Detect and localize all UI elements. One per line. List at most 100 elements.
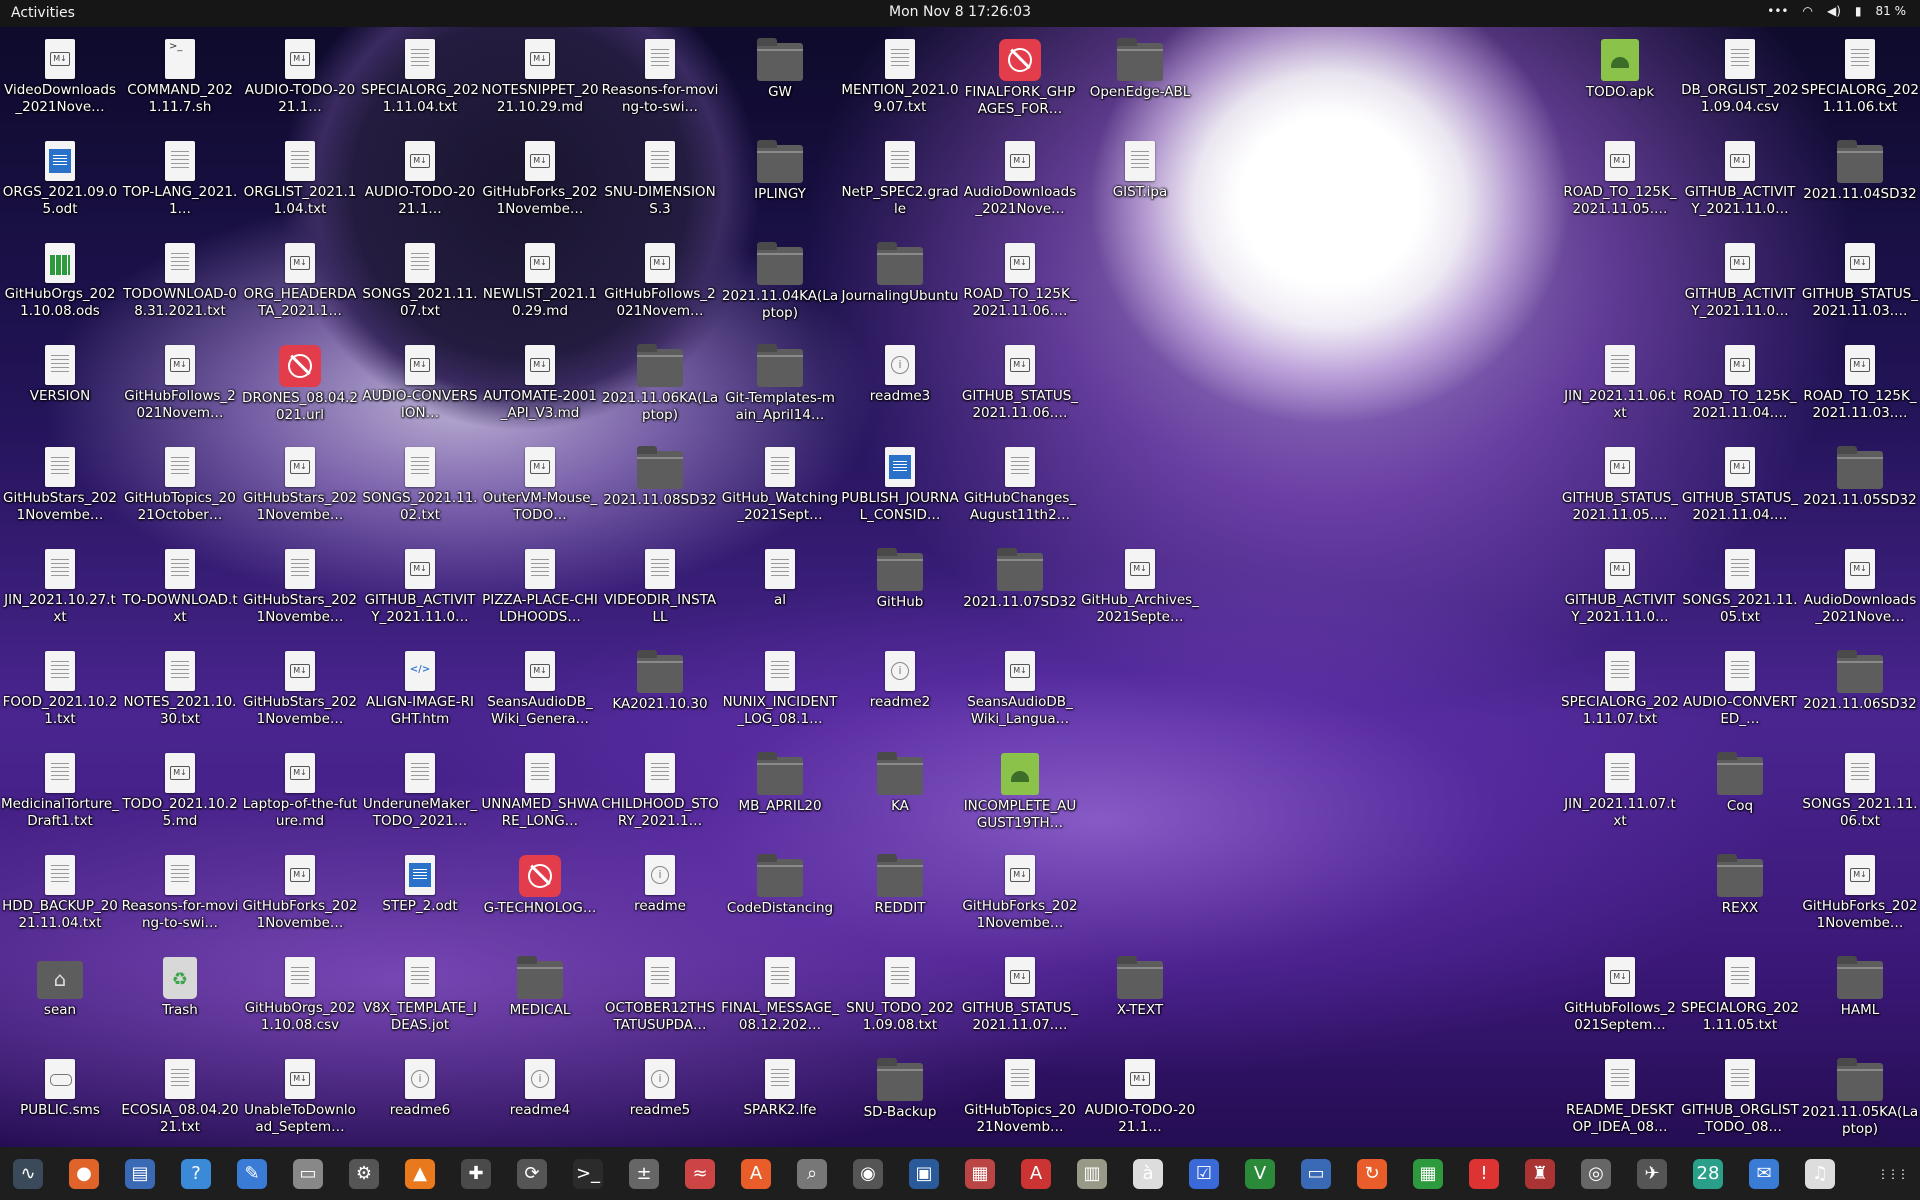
desktop-file[interactable]: JIN_2021.11.06.txt (1561, 337, 1679, 437)
desktop-file[interactable]: SeansAudioDB_Wiki_Langua… (961, 643, 1079, 743)
desktop-file[interactable]: CodeDistancing (721, 847, 839, 947)
desktop-file[interactable]: ORGS_2021.09.05.odt (1, 133, 119, 233)
desktop-file[interactable]: 2021.11.05SD32 (1801, 439, 1919, 539)
desktop-file[interactable]: SD-Backup (841, 1051, 959, 1151)
desktop-file[interactable]: SNU-DIMENSIONS.3 (601, 133, 719, 233)
dock-item[interactable]: ▦ (952, 1147, 1008, 1200)
desktop-file[interactable]: PIZZA-PLACE-CHILDHOODS… (481, 541, 599, 641)
desktop-file[interactable]: X-TEXT (1081, 949, 1199, 1049)
desktop-file[interactable]: FINALFORK_GHPAGES_FOR… (961, 31, 1079, 131)
desktop-file[interactable]: README_DESKTOP_IDEA_08… (1561, 1051, 1679, 1151)
dock-item[interactable]: ± (616, 1147, 672, 1200)
desktop-file[interactable]: GitHubOrgs_2021.10.08.ods (1, 235, 119, 335)
desktop-file[interactable]: ROAD_TO_125K_2021.11.05.… (1561, 133, 1679, 233)
desktop-file[interactable]: Trash (121, 949, 239, 1049)
desktop-file[interactable]: KA2021.10.30 (601, 643, 719, 743)
desktop-file[interactable]: readme2 (841, 643, 959, 743)
desktop-file[interactable]: CHILDHOOD_STORY_2021.1… (601, 745, 719, 845)
dock-item[interactable]: ▦ (1400, 1147, 1456, 1200)
dock-item[interactable]: A (1008, 1147, 1064, 1200)
desktop-file[interactable]: SPECIALORG_2021.11.07.txt (1561, 643, 1679, 743)
desktop-file[interactable]: GITHUB_ACTIVITY_2021.11.0… (361, 541, 479, 641)
desktop-file[interactable]: readme5 (601, 1051, 719, 1151)
desktop-file[interactable]: GITHUB_ACTIVITY_2021.11.0… (1681, 235, 1799, 335)
desktop-file[interactable]: AUDIO-TODO-2021.1… (361, 133, 479, 233)
dock-item[interactable]: ✎ (224, 1147, 280, 1200)
dock-item[interactable]: ⚙ (336, 1147, 392, 1200)
desktop-file[interactable]: GitHub_Archives_2021Septe… (1081, 541, 1199, 641)
desktop-file[interactable]: readme4 (481, 1051, 599, 1151)
desktop-file[interactable]: SONGS_2021.11.06.txt (1801, 745, 1919, 845)
desktop-file[interactable]: GIST.ipa (1081, 133, 1199, 233)
desktop-file[interactable]: NEWLIST_2021.10.29.md (481, 235, 599, 335)
desktop-file[interactable]: GitHubForks_2021Novembe… (961, 847, 1079, 947)
dock-item[interactable]: V (1232, 1147, 1288, 1200)
desktop-file[interactable]: AUTOMATE-2001_API_V3.md (481, 337, 599, 437)
dock-item[interactable]: ? (168, 1147, 224, 1200)
desktop-file[interactable]: GitHubStars_2021Novembe… (241, 541, 359, 641)
desktop-file[interactable]: NOTESNIPPET_2021.10.29.md (481, 31, 599, 131)
desktop-file[interactable]: FOOD_2021.10.21.txt (1, 643, 119, 743)
dock-item[interactable]: ∿ (0, 1147, 56, 1200)
desktop-file[interactable]: DB_ORGLIST_2021.09.04.csv (1681, 31, 1799, 131)
desktop-file[interactable]: GITHUB_STATUS_2021.11.05.… (1561, 439, 1679, 539)
desktop-file[interactable]: GitHubStars_2021Novembe… (241, 643, 359, 743)
desktop-file[interactable]: NetP_SPEC2.gradle (841, 133, 959, 233)
desktop-file[interactable]: V8X_TEMPLATE_IDEAS.jot (361, 949, 479, 1049)
desktop-file[interactable]: GITHUB_STATUS_2021.11.04.… (1681, 439, 1799, 539)
desktop-file[interactable]: 2021.11.05KA(Laptop) (1801, 1051, 1919, 1151)
desktop-file[interactable]: JournalingUbuntu (841, 235, 959, 335)
desktop-file[interactable]: 2021.11.07SD32 (961, 541, 1079, 641)
desktop-file[interactable]: GitHubForks_2021Novembe… (241, 847, 359, 947)
dock-item[interactable]: ⌕ (784, 1147, 840, 1200)
desktop-file[interactable]: SeansAudioDB_Wiki_Genera… (481, 643, 599, 743)
desktop-file[interactable]: SPARK2.lfe (721, 1051, 839, 1151)
desktop-file[interactable]: AUDIO-TODO-2021.1… (1081, 1051, 1199, 1151)
dock-item[interactable]: ▲ (392, 1147, 448, 1200)
desktop-file[interactable]: KA (841, 745, 959, 845)
desktop-file[interactable]: TO-DOWNLOAD.txt (121, 541, 239, 641)
desktop-file[interactable]: readme (601, 847, 719, 947)
desktop-file[interactable]: HDD_BACKUP_2021.11.04.txt (1, 847, 119, 947)
desktop-file[interactable]: GitHubForks_2021Novembe… (481, 133, 599, 233)
desktop-file[interactable]: GitHubChanges_August11th2… (961, 439, 1079, 539)
desktop-file[interactable]: OpenEdge-ABL (1081, 31, 1199, 131)
desktop-file[interactable]: SONGS_2021.11.07.txt (361, 235, 479, 335)
system-tray[interactable]: ••• ◠ ◀) ▮ 81 % (1767, 4, 1906, 18)
desktop-file[interactable]: GitHubForks_2021Novembe… (1801, 847, 1919, 947)
dock-item[interactable]: >_ (560, 1147, 616, 1200)
desktop-file[interactable]: UNNAMED_SHWARE_LONG… (481, 745, 599, 845)
desktop-file[interactable]: ECOSIA_08.04.2021.txt (121, 1051, 239, 1151)
dock-item[interactable]: ▤ (112, 1147, 168, 1200)
desktop-file[interactable]: GitHubOrgs_2021.10.08.csv (241, 949, 359, 1049)
dock-item[interactable]: ▭ (1288, 1147, 1344, 1200)
dock-item[interactable]: à (1120, 1147, 1176, 1200)
desktop-file[interactable]: 2021.11.08SD32 (601, 439, 719, 539)
desktop-file[interactable]: FINAL_MESSAGE_08.12.202… (721, 949, 839, 1049)
desktop-file[interactable]: ALIGN-IMAGE-RIGHT.htm (361, 643, 479, 743)
desktop-file[interactable]: IPLINGY (721, 133, 839, 233)
desktop-file[interactable]: NUNIX_INCIDENT_LOG_08.1… (721, 643, 839, 743)
desktop-file[interactable]: MEDICAL (481, 949, 599, 1049)
desktop-file[interactable]: AudioDownloads_2021Nove… (961, 133, 1079, 233)
desktop-file[interactable]: PUBLISH_JOURNAL_CONSID… (841, 439, 959, 539)
desktop-file[interactable]: AudioDownloads_2021Nove… (1801, 541, 1919, 641)
desktop-file[interactable]: INCOMPLETE_AUGUST19TH… (961, 745, 1079, 845)
desktop-file[interactable]: VERSION (1, 337, 119, 437)
desktop-file[interactable]: MedicinalTorture_Draft1.txt (1, 745, 119, 845)
desktop-file[interactable]: GitHubTopics_2021Novemb… (961, 1051, 1079, 1151)
desktop-file[interactable]: ORG_HEADERDATA_2021.1… (241, 235, 359, 335)
dock-item[interactable]: ▣ (896, 1147, 952, 1200)
desktop-file[interactable]: ROAD_TO_125K_2021.11.04.… (1681, 337, 1799, 437)
desktop-file[interactable]: SONGS_2021.11.02.txt (361, 439, 479, 539)
desktop-file[interactable]: GITHUB_ORGLIST_TODO_08… (1681, 1051, 1799, 1151)
dock-item[interactable]: ✚ (448, 1147, 504, 1200)
desktop-file[interactable]: sean (1, 949, 119, 1049)
desktop-file[interactable]: GITHUB_STATUS_2021.11.06.… (961, 337, 1079, 437)
desktop-file[interactable]: UnderuneMaker_TODO_2021… (361, 745, 479, 845)
desktop-file[interactable]: G-TECHNOLOG… (481, 847, 599, 947)
dock-item[interactable]: ⋮⋮⋮ (1864, 1147, 1920, 1200)
desktop-file[interactable]: PUBLIC.sms (1, 1051, 119, 1151)
overflow-icon[interactable]: ••• (1767, 4, 1788, 18)
dock-item[interactable]: ≈ (672, 1147, 728, 1200)
